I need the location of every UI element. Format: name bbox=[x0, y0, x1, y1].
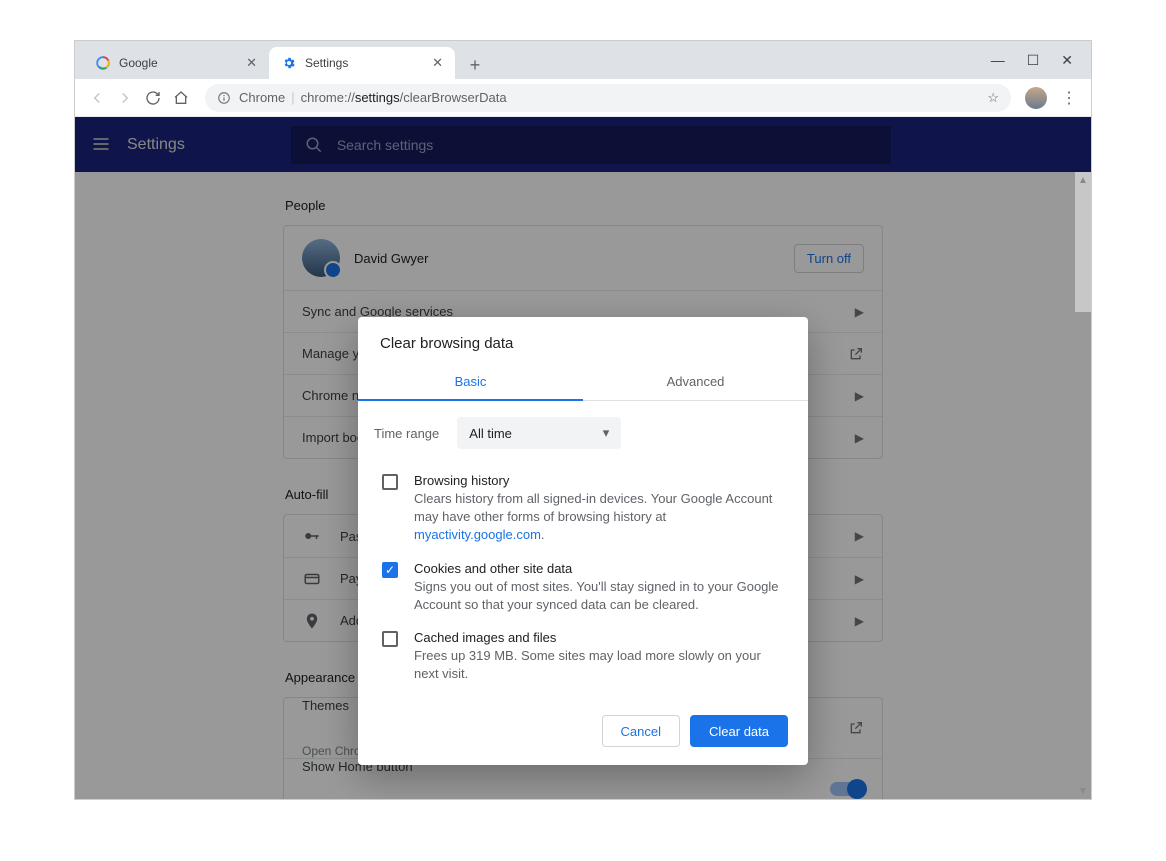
cancel-button[interactable]: Cancel bbox=[602, 715, 680, 747]
check-title: Cached images and files bbox=[414, 630, 784, 645]
omnibox-secure-label: Chrome bbox=[239, 90, 285, 105]
dialog-actions: Cancel Clear data bbox=[358, 715, 808, 765]
check-title: Browsing history bbox=[414, 473, 784, 488]
browser-window: Google ✕ Settings ✕ + — ☐ ✕ Chrome | chr… bbox=[74, 40, 1092, 800]
google-favicon-icon bbox=[95, 55, 111, 71]
settings-favicon-icon bbox=[281, 55, 297, 71]
tab-strip: Google ✕ Settings ✕ + — ☐ ✕ bbox=[75, 41, 1091, 79]
check-desc: Clears history from all signed-in device… bbox=[414, 490, 784, 545]
back-button[interactable] bbox=[83, 84, 111, 112]
scroll-up-icon[interactable]: ▲ bbox=[1075, 172, 1091, 188]
dropdown-caret-icon: ▾ bbox=[603, 425, 610, 441]
dialog-tabs: Basic Advanced bbox=[358, 366, 808, 401]
site-info-icon[interactable] bbox=[217, 91, 231, 105]
clear-data-button[interactable]: Clear data bbox=[690, 715, 788, 747]
tab-close-icon[interactable]: ✕ bbox=[246, 55, 257, 71]
time-range-label: Time range bbox=[374, 426, 439, 441]
minimize-icon[interactable]: — bbox=[991, 52, 1005, 68]
window-controls: — ☐ ✕ bbox=[991, 41, 1091, 79]
clear-browsing-dialog: Clear browsing data Basic Advanced Time … bbox=[358, 317, 808, 765]
profile-avatar-button[interactable] bbox=[1025, 87, 1047, 109]
dialog-title: Clear browsing data bbox=[358, 317, 808, 366]
tab-advanced[interactable]: Advanced bbox=[583, 366, 808, 401]
settings-app: Settings Search settings People David Gw… bbox=[75, 117, 1091, 799]
maximize-icon[interactable]: ☐ bbox=[1027, 52, 1040, 69]
check-desc: Signs you out of most sites. You'll stay… bbox=[414, 578, 784, 614]
omnibox-path-rest: /clearBrowserData bbox=[400, 90, 507, 105]
check-browsing-history: Browsing history Clears history from all… bbox=[374, 465, 792, 553]
dialog-body: Time range All time ▾ Browsing history C… bbox=[358, 401, 808, 715]
time-range-row: Time range All time ▾ bbox=[374, 417, 792, 449]
time-range-select[interactable]: All time ▾ bbox=[457, 417, 621, 449]
omnibox-path-bold: settings bbox=[355, 90, 400, 105]
new-tab-button[interactable]: + bbox=[461, 51, 489, 79]
tab-settings[interactable]: Settings ✕ bbox=[269, 47, 455, 79]
scroll-down-icon[interactable]: ▼ bbox=[1075, 783, 1091, 799]
tab-basic[interactable]: Basic bbox=[358, 366, 583, 401]
tab-title: Google bbox=[119, 56, 158, 70]
check-title: Cookies and other site data bbox=[414, 561, 784, 576]
omnibox-separator: | bbox=[291, 90, 294, 105]
toolbar: Chrome | chrome:// settings /clearBrowse… bbox=[75, 79, 1091, 117]
checkbox-cookies[interactable]: ✓ bbox=[382, 562, 398, 578]
myactivity-link[interactable]: myactivity.google.com bbox=[414, 527, 541, 542]
check-cookies: ✓ Cookies and other site data Signs you … bbox=[374, 553, 792, 622]
check-cached: Cached images and files Frees up 319 MB.… bbox=[374, 622, 792, 691]
omnibox[interactable]: Chrome | chrome:// settings /clearBrowse… bbox=[205, 84, 1011, 112]
tab-close-icon[interactable]: ✕ bbox=[432, 55, 443, 71]
checkbox-cached[interactable] bbox=[382, 631, 398, 647]
omnibox-scheme: chrome:// bbox=[301, 90, 355, 105]
kebab-menu-icon[interactable]: ⋮ bbox=[1055, 84, 1083, 112]
reload-button[interactable] bbox=[139, 84, 167, 112]
forward-button[interactable] bbox=[111, 84, 139, 112]
home-button[interactable] bbox=[167, 84, 195, 112]
tab-google[interactable]: Google ✕ bbox=[83, 47, 269, 79]
close-icon[interactable]: ✕ bbox=[1061, 52, 1073, 69]
bookmark-star-icon[interactable]: ☆ bbox=[987, 90, 999, 106]
time-range-value: All time bbox=[469, 426, 512, 441]
checkbox-browsing-history[interactable] bbox=[382, 474, 398, 490]
scrollbar-thumb[interactable] bbox=[1075, 172, 1091, 312]
tab-title: Settings bbox=[305, 56, 348, 70]
check-desc: Frees up 319 MB. Some sites may load mor… bbox=[414, 647, 784, 683]
